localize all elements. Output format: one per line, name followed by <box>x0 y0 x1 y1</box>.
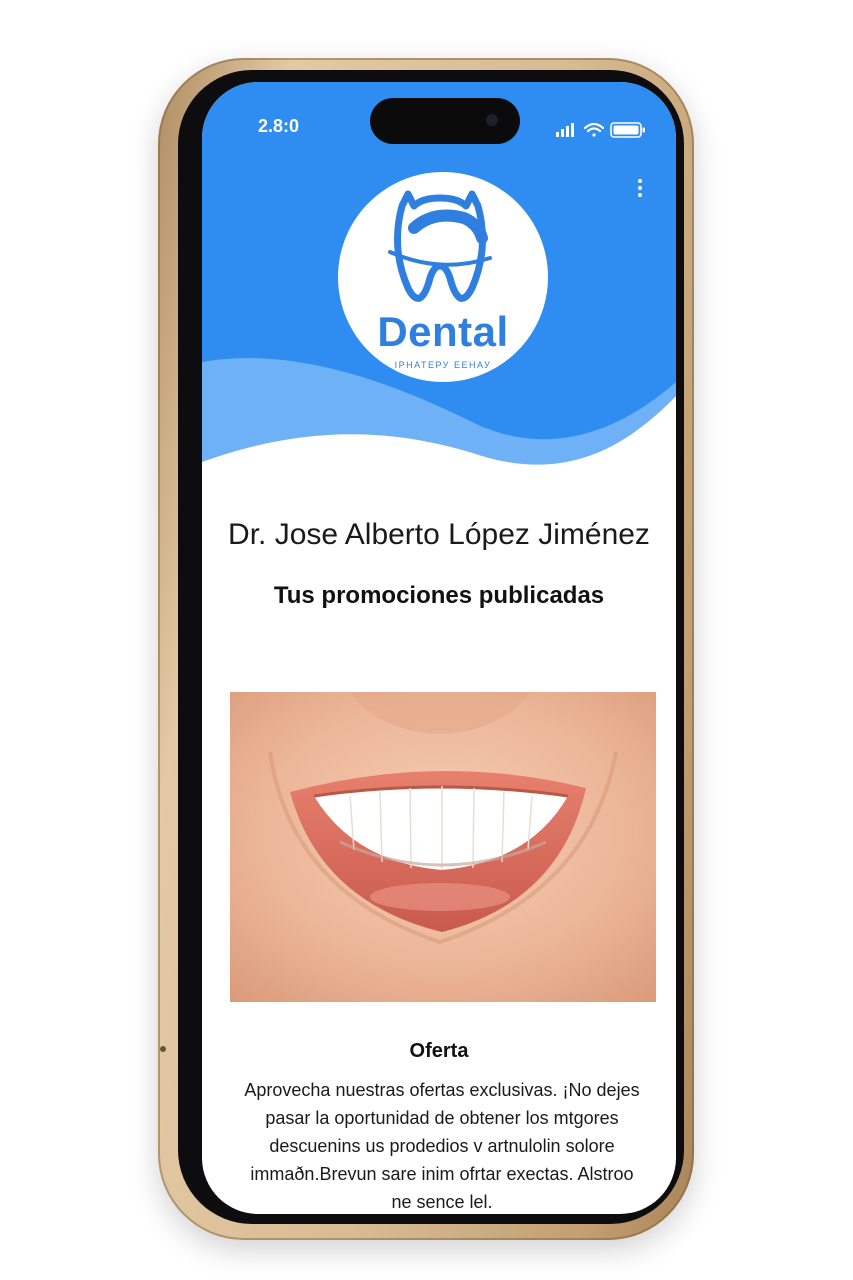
phone-mockup: 2.8:0 Dental ІРНАТЕРУ ЕЕНАУ Dr. Jose Alb… <box>0 0 853 1280</box>
battery-icon <box>610 122 645 138</box>
section-title: Tus promociones publicadas <box>273 582 605 609</box>
offer-title: Oferta <box>409 1040 469 1062</box>
frame-dot <box>160 1046 166 1052</box>
smile-photo[interactable] <box>230 692 656 1002</box>
status-icons <box>556 122 645 138</box>
status-time: 2.8:0 <box>258 116 300 136</box>
logo-title: Dental <box>377 308 509 355</box>
offer-description: Aprovecha nuestras ofertas exclusivas. ¡… <box>244 1080 640 1212</box>
logo-subtitle: ІРНАТЕРУ ЕЕНАУ <box>394 360 492 370</box>
tooth-icon <box>388 190 492 302</box>
app-screen: 2.8:0 Dental ІРНАТЕРУ ЕЕНАУ Dr. Jose Alb… <box>202 82 676 1214</box>
dynamic-island <box>370 98 520 144</box>
more-vertical-icon[interactable] <box>632 176 648 206</box>
dental-logo: Dental ІРНАТЕРУ ЕЕНАУ <box>338 172 548 382</box>
signal-icon <box>556 123 574 137</box>
wifi-icon <box>583 122 605 137</box>
doctor-name: Dr. Jose Alberto López Jiménez <box>228 518 650 551</box>
front-camera-icon <box>486 114 498 126</box>
